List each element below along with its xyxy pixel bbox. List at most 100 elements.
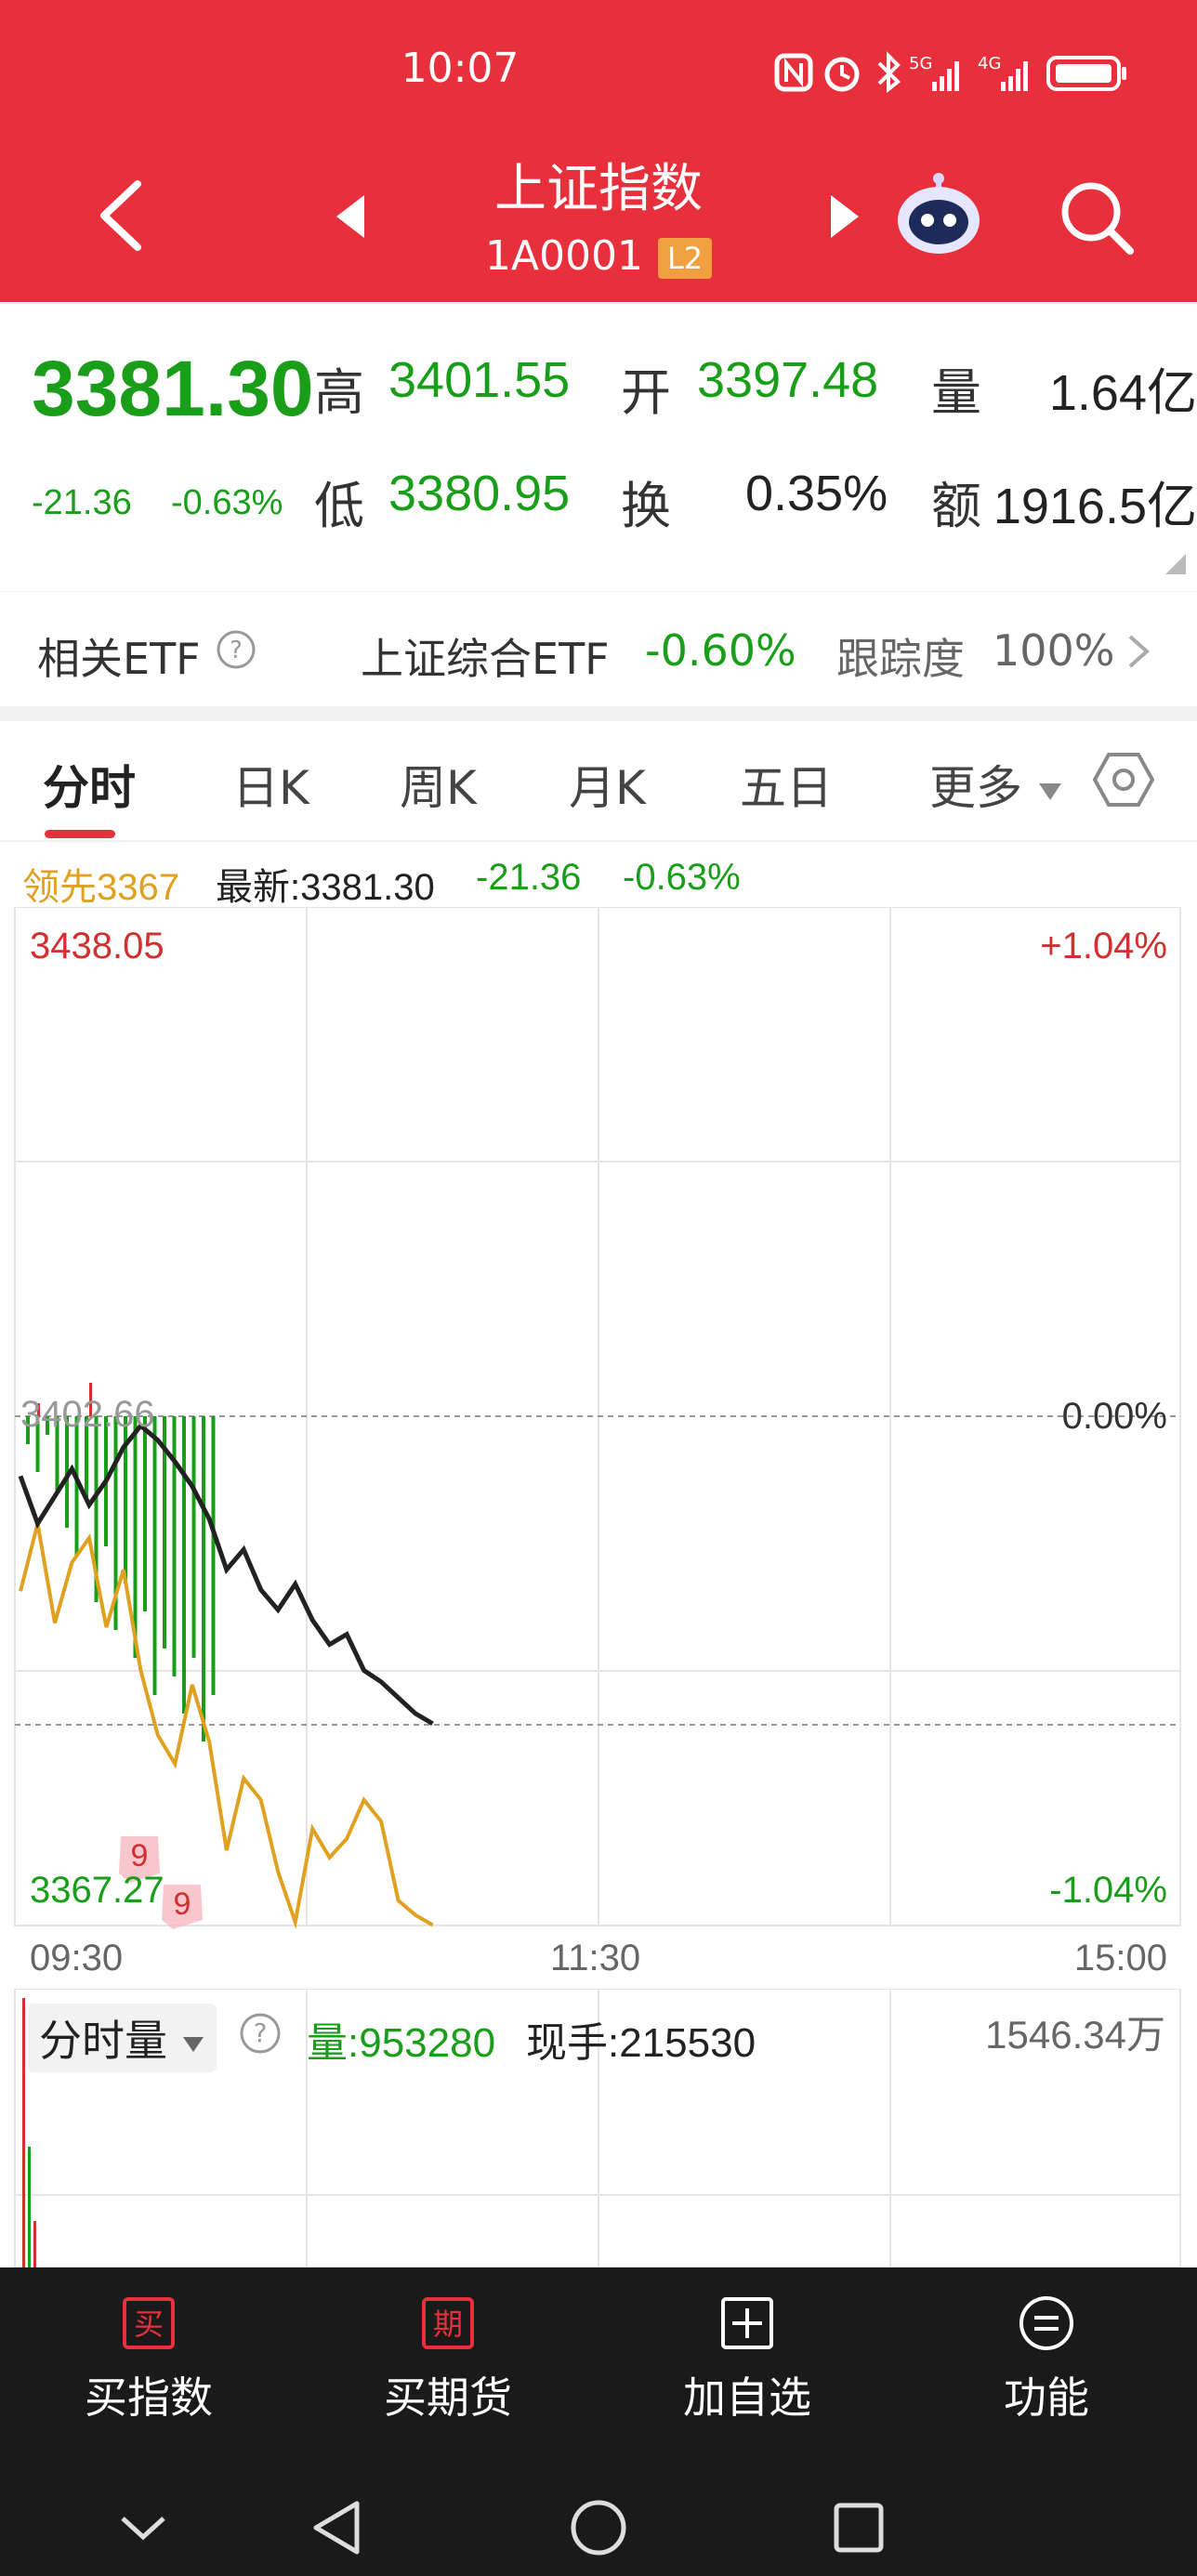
price-line xyxy=(18,1422,434,1726)
svg-text:4G: 4G xyxy=(978,54,1001,73)
add-watchlist-button[interactable]: 加自选 xyxy=(636,2295,859,2425)
tab-active-indicator xyxy=(45,830,115,838)
lead-index-line xyxy=(19,1523,434,1929)
svg-text:?: ? xyxy=(254,2017,268,2048)
etf-name: 上证综合ETF xyxy=(361,634,610,684)
tab-intraday[interactable]: 分时 xyxy=(43,751,136,818)
tracking-value: 100% xyxy=(993,625,1115,676)
price-change-pct: -0.63% xyxy=(171,483,283,522)
tab-daily-k[interactable]: 日K xyxy=(232,751,309,818)
latest-change-pct: -0.63% xyxy=(623,857,741,898)
flow-bar xyxy=(182,1416,186,1714)
latest-price: 最新:3381.30 xyxy=(216,867,435,908)
turnover-label: 换 xyxy=(621,477,671,535)
high-value: 3401.55 xyxy=(388,352,571,408)
collapse-chevron-icon[interactable] xyxy=(106,2491,180,2565)
system-back-icon[interactable] xyxy=(301,2491,375,2565)
chart-mid-value: 3402.66 xyxy=(20,1394,155,1435)
open-value: 3397.48 xyxy=(697,352,879,408)
tab-weekly-k[interactable]: 周K xyxy=(400,751,477,818)
volume-type-selector[interactable]: 分时量 xyxy=(28,2004,217,2072)
chart-bottom-pct: -1.04% xyxy=(1049,1870,1167,1911)
system-home-icon[interactable] xyxy=(561,2491,636,2565)
next-stock-icon[interactable] xyxy=(829,193,862,240)
stock-code: 1A0001 xyxy=(484,232,643,280)
status-icons-svg: 5G 4G xyxy=(774,51,1126,94)
tab-more[interactable]: 更多 xyxy=(929,751,1063,818)
tab-more-label: 更多 xyxy=(929,761,1022,815)
latest-change: -21.36 xyxy=(476,857,582,898)
volume-max: 1546.34万 xyxy=(985,2013,1165,2057)
add-watchlist-label: 加自选 xyxy=(683,2372,811,2423)
dropdown-triangle-icon xyxy=(1038,782,1061,800)
marker-badge-2: 9 xyxy=(162,1885,203,1929)
low-label: 低 xyxy=(314,477,364,535)
tab-monthly-k[interactable]: 月K xyxy=(569,751,646,818)
flow-bar xyxy=(211,1416,216,1695)
volume-type-label: 分时量 xyxy=(39,2016,167,2066)
l2-badge: L2 xyxy=(657,238,713,279)
chart-mid-pct: 0.00% xyxy=(1061,1396,1167,1437)
stock-code-line: 1A0001 L2 xyxy=(0,232,1197,280)
current-price: 3381.30 xyxy=(32,345,314,432)
lead-index: 领先3367 xyxy=(22,867,179,908)
turnover-value: 0.35% xyxy=(745,466,888,521)
buy-futures-icon: 期 xyxy=(422,2297,474,2349)
svg-text:5G: 5G xyxy=(909,54,932,73)
page-title: 上证指数 xyxy=(494,159,703,219)
open-label: 开 xyxy=(621,363,671,422)
system-recents-icon[interactable] xyxy=(822,2491,896,2565)
flow-bar xyxy=(152,1416,157,1695)
etf-label: 相关ETF xyxy=(37,634,201,684)
search-icon[interactable] xyxy=(1058,178,1136,256)
current-hand: 现手:215530 xyxy=(526,2020,756,2066)
functions-label: 功能 xyxy=(1004,2372,1089,2423)
buy-index-button[interactable]: 买 买指数 xyxy=(37,2295,260,2425)
time-label-open: 09:30 xyxy=(30,1938,124,1978)
tabs-divider xyxy=(0,840,1197,842)
chart-top-value: 3438.05 xyxy=(30,926,164,966)
amount-label: 额 xyxy=(931,477,981,535)
volume-label: 量 xyxy=(931,363,981,422)
buy-futures-button[interactable]: 期 买期货 xyxy=(336,2295,559,2425)
buy-index-icon: 买 xyxy=(123,2297,175,2349)
settings-hexagon-icon[interactable] xyxy=(1093,749,1154,810)
amount-value: 1916.5亿 xyxy=(993,479,1197,534)
buy-index-icon-text: 买 xyxy=(134,2307,164,2342)
related-etf-row[interactable]: 相关ETF ? 上证综合ETF -0.60% 跟踪度 100% xyxy=(0,591,1197,707)
robot-assistant-icon[interactable] xyxy=(892,169,985,262)
volume-amount: 量:953280 xyxy=(307,2020,496,2066)
volume-value: 1.64亿 xyxy=(1048,365,1197,421)
expand-corner-icon[interactable] xyxy=(1165,554,1186,574)
tracking-label: 跟踪度 xyxy=(836,634,965,684)
functions-menu-icon xyxy=(1019,2296,1073,2350)
functions-button[interactable]: 功能 xyxy=(935,2295,1158,2425)
intraday-chart[interactable]: 9 9 xyxy=(0,907,1197,1929)
flow-bar xyxy=(143,1416,147,1611)
chart-top-pct: +1.04% xyxy=(1040,926,1167,966)
marker-label-1: 9 xyxy=(131,1838,149,1873)
status-icons: 5G 4G xyxy=(770,45,1197,100)
tab-five-day[interactable]: 五日 xyxy=(740,751,833,818)
low-value: 3380.95 xyxy=(388,466,571,521)
time-label-noon: 11:30 xyxy=(550,1938,641,1978)
intraday-flow-bars xyxy=(26,1383,216,1741)
help-icon[interactable]: ? xyxy=(216,629,256,670)
chevron-right-icon xyxy=(1128,635,1151,668)
flow-bar xyxy=(191,1416,196,1658)
flow-bar xyxy=(172,1416,177,1676)
flow-bar xyxy=(202,1416,205,1741)
svg-text:?: ? xyxy=(230,637,243,664)
price-change: -21.36 xyxy=(32,483,132,522)
etf-change: -0.60% xyxy=(645,625,796,676)
header-bar: 10:07 5G 4G 上证指数 1A0001 L2 xyxy=(0,0,1197,302)
high-label: 高 xyxy=(314,363,364,422)
buy-futures-label: 买期货 xyxy=(384,2372,512,2423)
volume-help-icon[interactable]: ? xyxy=(238,2011,283,2056)
bottom-action-bar: 买 买指数 期 买期货 加自选 功能 xyxy=(0,2267,1197,2576)
marker-label-2: 9 xyxy=(174,1886,191,1922)
buy-futures-icon-text: 期 xyxy=(433,2307,463,2342)
selector-dropdown-icon xyxy=(182,2036,204,2052)
chart-bottom-value: 3367.27 xyxy=(30,1870,164,1911)
add-watchlist-icon xyxy=(721,2297,773,2349)
